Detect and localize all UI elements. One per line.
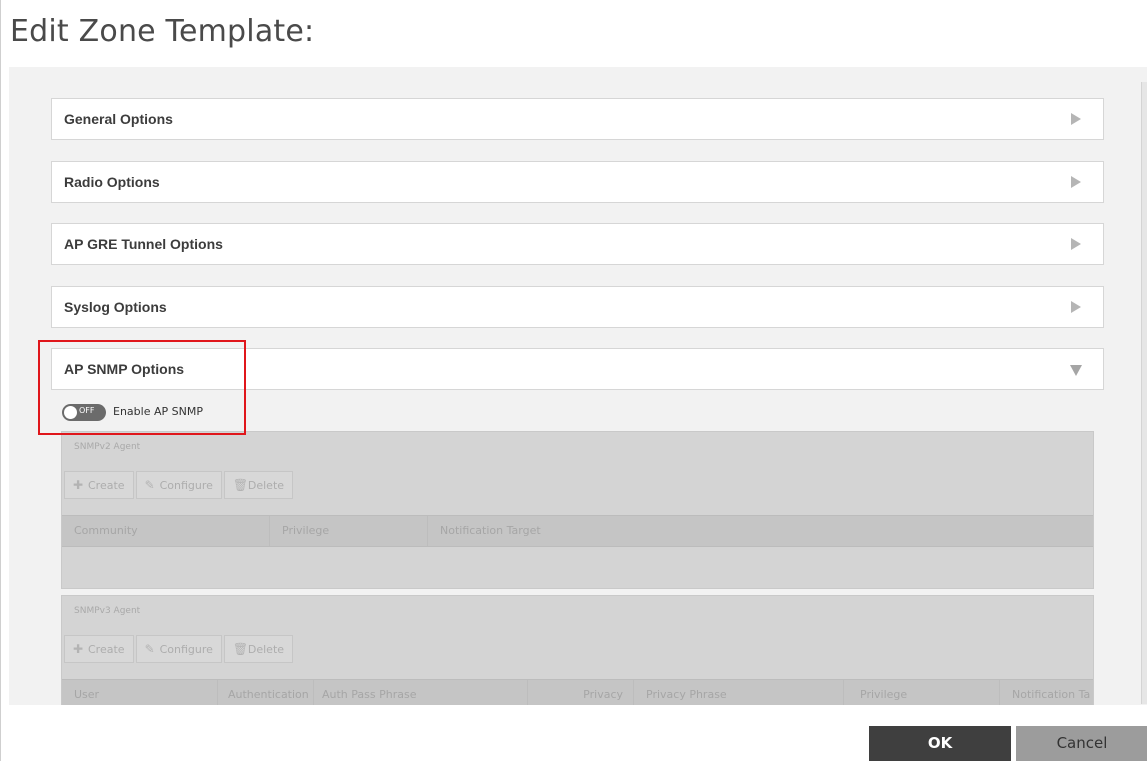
expand-arrow-icon	[1071, 301, 1081, 313]
edit-zone-template-dialog: Edit Zone Template: General Options Radi…	[0, 0, 1147, 761]
section-general-options[interactable]: General Options	[51, 98, 1104, 140]
section-syslog-options[interactable]: Syslog Options	[51, 286, 1104, 328]
delete-label: Delete	[247, 642, 285, 656]
snmpv2-toolbar: ✚ Create ✎ Configure 🗑 Delete	[64, 471, 295, 499]
column-header-community[interactable]: Community	[62, 516, 270, 546]
section-label: Radio Options	[64, 174, 160, 190]
snmpv3-delete-button[interactable]: 🗑 Delete	[223, 635, 294, 663]
column-header-authentication[interactable]: Authentication	[218, 680, 314, 705]
vertical-scrollbar[interactable]	[1141, 82, 1147, 704]
section-label: General Options	[64, 111, 173, 127]
highlight-box	[38, 340, 246, 435]
snmpv2-configure-button[interactable]: ✎ Configure	[135, 471, 222, 499]
snmpv3-agent-title: SNMPv3 Agent	[74, 606, 141, 616]
column-header-auth-pass-phrase[interactable]: Auth Pass Phrase	[314, 680, 528, 705]
expand-arrow-icon	[1071, 176, 1081, 188]
expand-arrow-icon	[1071, 113, 1081, 125]
ok-button[interactable]: OK	[869, 726, 1011, 761]
plus-icon: ✚	[73, 642, 84, 656]
snmpv3-table-header: User Authentication Auth Pass Phrase Pri…	[62, 679, 1093, 705]
dialog-title: Edit Zone Template:	[10, 14, 315, 49]
section-label: Syslog Options	[64, 299, 167, 315]
section-ap-gre-tunnel-options[interactable]: AP GRE Tunnel Options	[51, 223, 1104, 265]
column-header-notification-target[interactable]: Notification Target	[428, 516, 1093, 546]
delete-label: Delete	[247, 478, 285, 492]
cancel-button[interactable]: Cancel	[1016, 726, 1147, 761]
configure-label: Configure	[159, 642, 213, 656]
create-label: Create	[88, 478, 125, 492]
snmpv2-table-header: Community Privilege Notification Target	[62, 515, 1093, 547]
trash-icon: 🗑	[232, 478, 249, 492]
snmpv3-agent-panel: SNMPv3 Agent ✚ Create ✎ Configure 🗑 Dele…	[61, 595, 1094, 705]
dialog-footer: OK Cancel	[1, 705, 1147, 761]
column-header-privilege[interactable]: Privilege	[270, 516, 428, 546]
column-header-notification-target[interactable]: Notification Ta	[1000, 680, 1093, 705]
snmpv2-agent-title: SNMPv2 Agent	[74, 442, 141, 452]
snmpv2-agent-panel: SNMPv2 Agent ✚ Create ✎ Configure 🗑 Dele…	[61, 431, 1094, 589]
plus-icon: ✚	[73, 478, 84, 492]
section-label: AP GRE Tunnel Options	[64, 236, 223, 252]
section-radio-options[interactable]: Radio Options	[51, 161, 1104, 203]
pencil-icon: ✎	[144, 478, 155, 492]
snmpv2-create-button[interactable]: ✚ Create	[64, 471, 134, 499]
configure-label: Configure	[159, 478, 213, 492]
snmpv3-create-button[interactable]: ✚ Create	[64, 635, 134, 663]
snmpv3-configure-button[interactable]: ✎ Configure	[135, 635, 222, 663]
column-header-privilege[interactable]: Privilege	[844, 680, 1000, 705]
collapse-arrow-icon	[1070, 365, 1082, 376]
create-label: Create	[88, 642, 125, 656]
pencil-icon: ✎	[144, 642, 155, 656]
expand-arrow-icon	[1071, 238, 1081, 250]
snmpv3-toolbar: ✚ Create ✎ Configure 🗑 Delete	[64, 635, 295, 663]
column-header-user[interactable]: User	[62, 680, 218, 705]
column-header-privacy[interactable]: Privacy	[528, 680, 634, 705]
snmpv2-delete-button[interactable]: 🗑 Delete	[223, 471, 294, 499]
column-header-privacy-phrase[interactable]: Privacy Phrase	[634, 680, 844, 705]
trash-icon: 🗑	[232, 642, 249, 656]
